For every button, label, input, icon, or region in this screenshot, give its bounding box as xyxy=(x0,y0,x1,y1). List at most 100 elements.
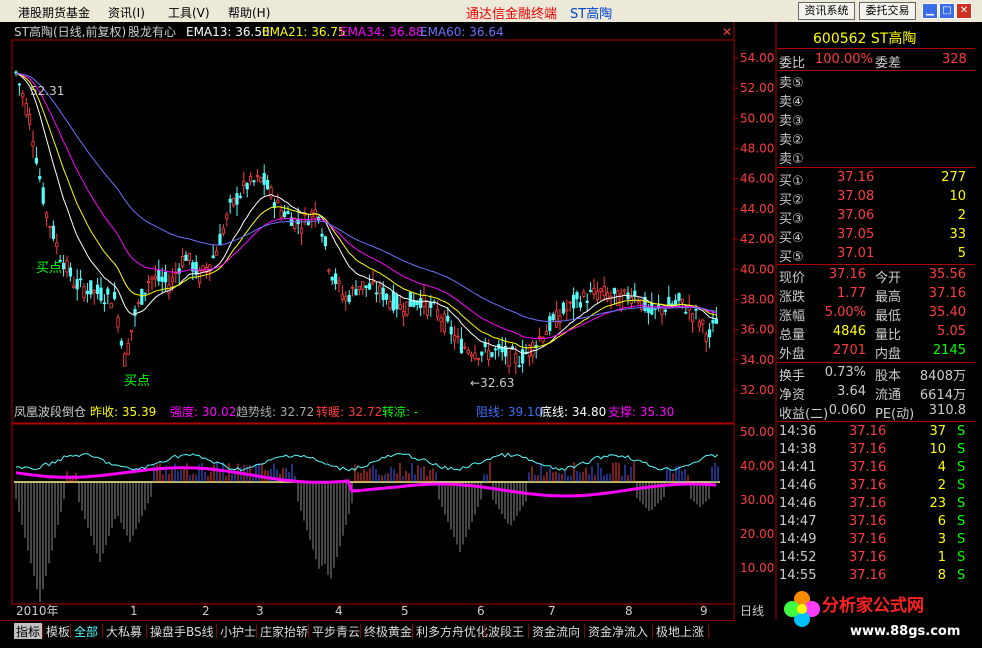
candle-body xyxy=(194,262,198,275)
candle-body xyxy=(544,331,549,336)
tab-1[interactable]: 模板 xyxy=(44,623,72,639)
candle-body xyxy=(279,210,283,218)
candle-body xyxy=(17,83,22,86)
sub-pressure: 阻线: 39.10 xyxy=(476,405,542,419)
candle-body xyxy=(106,288,110,295)
candle-body xyxy=(391,291,396,311)
candle-body xyxy=(633,290,637,297)
candle-body xyxy=(490,352,494,357)
candle-body xyxy=(320,233,324,237)
close-icon[interactable]: ✕ xyxy=(956,3,972,19)
tab-2[interactable]: 全部 xyxy=(72,623,100,639)
tick-row: 14:49 37.16 3 S xyxy=(779,532,966,547)
tab-13[interactable]: 极地上涨 xyxy=(654,623,706,639)
candle-body xyxy=(116,317,120,328)
candle-body xyxy=(582,291,586,297)
fund-row: 收益(二) 0.060 PE(动) 310.8 xyxy=(779,403,966,422)
candle-body xyxy=(527,344,532,357)
price-tick: 34.00 xyxy=(740,353,774,367)
weibi-label: 委比 xyxy=(779,56,806,71)
menu-hk-futures[interactable]: 港股期货基金 xyxy=(18,4,90,21)
sell-level: 卖① xyxy=(779,152,804,167)
candle-body xyxy=(102,302,106,305)
candle-body xyxy=(272,202,277,208)
price-tick: 48.00 xyxy=(740,142,774,156)
candle-body xyxy=(242,180,246,186)
candle-body xyxy=(259,177,263,183)
weicha-label: 委差 xyxy=(875,56,902,71)
watermark-logo: 分析家公式网 www.88gs.com xyxy=(780,585,980,645)
menu-tools[interactable]: 工具(V) xyxy=(168,4,210,21)
candle-body xyxy=(350,286,355,289)
candle-body xyxy=(347,294,351,303)
tab-4[interactable]: 操盘手BS线 xyxy=(148,623,216,639)
trade-button[interactable]: 委托交易 xyxy=(859,2,916,20)
candle-body xyxy=(157,269,161,282)
candle-body xyxy=(327,269,331,272)
sub-tick: 10.00 xyxy=(740,561,774,575)
candle-body xyxy=(541,336,545,343)
candle-body xyxy=(691,313,695,323)
candle-body xyxy=(578,302,583,308)
price-tick: 54.00 xyxy=(740,51,774,65)
tab-11[interactable]: 资金流向 xyxy=(530,623,582,639)
candle-body xyxy=(82,286,86,299)
high-label: 52.31 xyxy=(30,84,64,98)
candle-body xyxy=(425,301,430,316)
candle-body xyxy=(129,329,134,333)
tab-3[interactable]: 大私募 xyxy=(104,623,144,639)
period-label[interactable]: 日线 xyxy=(740,604,764,618)
kline-chart[interactable]: 54.00 52.00 50.00 48.00 46.00 44.00 42.00 40.00… xyxy=(0,22,777,620)
month-tick: 4 xyxy=(335,604,343,618)
tab-6[interactable]: 庄家抬轿 xyxy=(258,623,310,639)
menu-help[interactable]: 帮助(H) xyxy=(228,4,270,21)
candle-body xyxy=(214,250,219,256)
tab-0[interactable]: 指标 xyxy=(14,623,43,639)
candle-body xyxy=(293,217,297,229)
close-chart-icon[interactable]: ✕ xyxy=(722,25,732,39)
candle-body xyxy=(599,288,603,292)
candle-body xyxy=(449,326,453,335)
candle-body xyxy=(65,260,69,273)
buy-level: 买③ 37.06 2 xyxy=(779,208,966,227)
tab-8[interactable]: 终极黄金 xyxy=(362,623,414,639)
candle-body xyxy=(180,256,185,267)
candle-body xyxy=(514,353,518,364)
month-tick: 5 xyxy=(401,604,409,618)
candle-body xyxy=(187,252,191,261)
tab-12[interactable]: 资金净流入 xyxy=(586,623,650,639)
price-tick: 42.00 xyxy=(740,232,774,246)
chart-header-name: ST高陶(日线,前复权) xyxy=(14,24,126,39)
candle-body xyxy=(170,276,174,283)
candle-body xyxy=(92,289,96,294)
tab-10[interactable]: 波段王 xyxy=(486,623,526,639)
candle-body xyxy=(384,293,389,300)
menu-news[interactable]: 资讯(I) xyxy=(108,4,145,21)
candle-body xyxy=(218,233,222,246)
price-tick: 32.00 xyxy=(740,383,774,397)
minimize-icon[interactable]: ▁ xyxy=(922,3,938,19)
candle-body xyxy=(163,271,168,283)
candle-body xyxy=(299,227,304,234)
candle-body xyxy=(24,103,28,116)
price-tick: 36.00 xyxy=(740,323,774,337)
candle-body xyxy=(595,291,600,300)
candle-body xyxy=(79,278,83,281)
tab-5[interactable]: 小护士 xyxy=(218,623,258,639)
stat-row: 涨跌 1.77 最高 37.16 xyxy=(779,286,966,305)
candle-body xyxy=(262,173,266,185)
weicha-value: 328 xyxy=(942,52,967,67)
candle-body xyxy=(575,292,579,300)
news-system-button[interactable]: 资讯系统 xyxy=(798,2,855,20)
candle-body xyxy=(21,93,25,98)
maximize-icon[interactable]: □ xyxy=(939,3,955,19)
tab-9[interactable]: 利多方舟优化 xyxy=(414,623,490,639)
candle-body xyxy=(265,180,270,190)
candle-body xyxy=(442,313,447,333)
ema60-value: EMA60: 36.64 xyxy=(420,25,504,39)
candle-body xyxy=(374,292,379,295)
candle-body xyxy=(463,346,467,349)
price-tick: 40.00 xyxy=(740,262,774,276)
tab-7[interactable]: 平步青云 xyxy=(310,623,362,639)
stock-title: ST高陶 xyxy=(570,7,613,22)
